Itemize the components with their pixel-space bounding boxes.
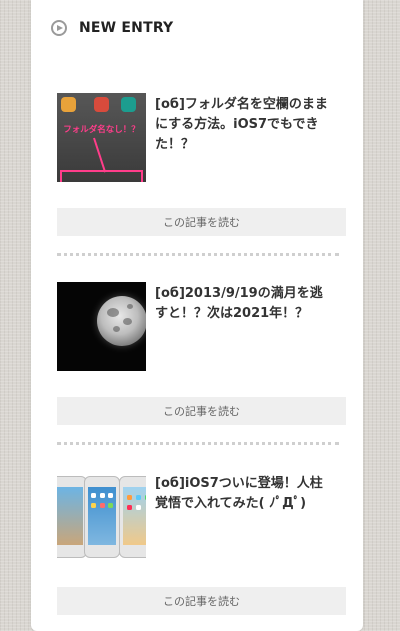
new-entry-panel: NEW ENTRY フォルダ名なし！？ [об]フォルダ名を空欄のままにする方法… — [31, 0, 363, 631]
app-icon — [61, 97, 76, 112]
app-icon — [121, 97, 136, 112]
entry-title-link[interactable]: [об]iOS7ついに登場！人柱覚悟で入れてみた( ﾉﾟДﾟ) — [155, 474, 335, 514]
dotted-divider — [57, 442, 339, 445]
read-article-button[interactable]: この記事を読む — [57, 397, 346, 425]
panel-header: NEW ENTRY — [51, 18, 173, 38]
panel-title: NEW ENTRY — [79, 20, 174, 36]
iphone-image — [119, 476, 146, 558]
iphone-image — [57, 476, 87, 558]
app-icon — [94, 97, 109, 112]
dotted-divider — [57, 253, 339, 256]
iphone-image — [84, 476, 120, 558]
play-circle-icon — [51, 20, 67, 36]
arrow-graphic — [93, 137, 107, 173]
highlight-box — [60, 170, 143, 182]
read-article-button[interactable]: この記事を読む — [57, 587, 346, 615]
thumbnail-caption: フォルダ名なし！？ — [63, 125, 140, 135]
moon-image — [97, 296, 146, 346]
entry-thumbnail[interactable] — [57, 282, 146, 371]
entry-title-link[interactable]: [об]フォルダ名を空欄のままにする方法。iOS7でもできた！？ — [155, 95, 335, 155]
read-article-button[interactable]: この記事を読む — [57, 208, 346, 236]
entry-thumbnail[interactable] — [57, 472, 146, 561]
entry-thumbnail[interactable]: フォルダ名なし！？ — [57, 93, 146, 182]
entry-title-link[interactable]: [об]2013/9/19の満月を逃すと！？次は2021年！？ — [155, 284, 335, 324]
